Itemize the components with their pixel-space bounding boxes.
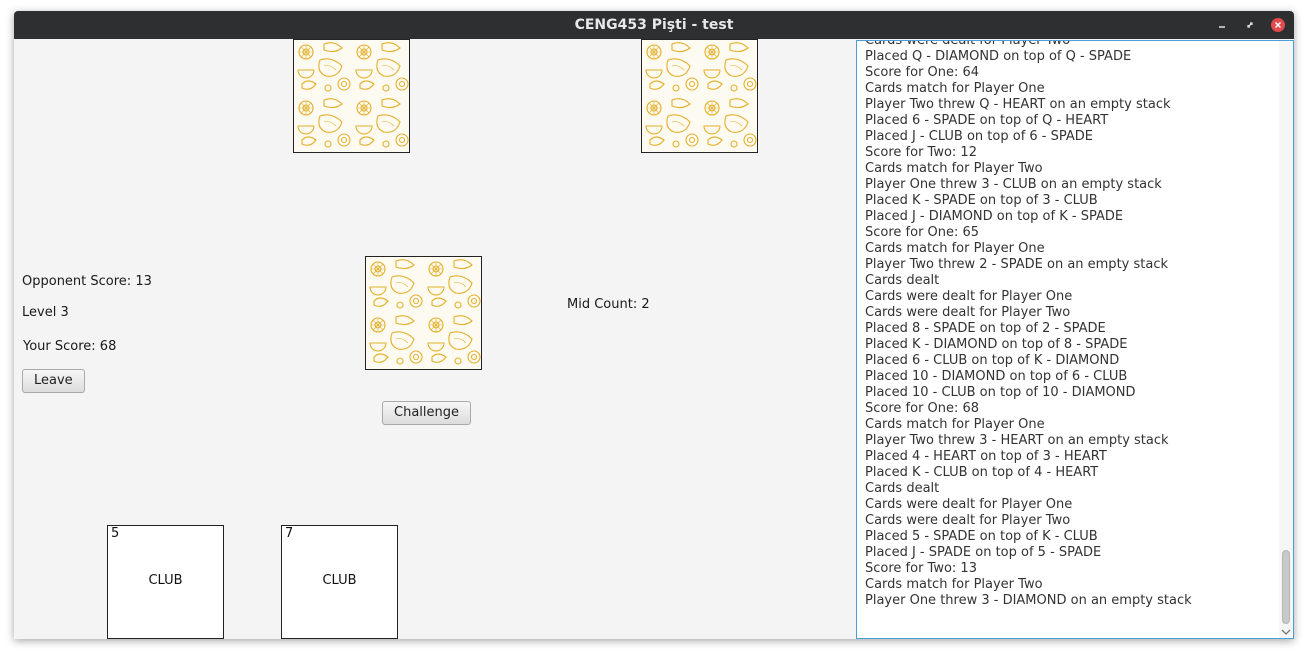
log-line: Placed 8 - SPADE on top of 2 - SPADE xyxy=(865,321,1106,336)
log-line: Placed J - SPADE on top of 5 - SPADE xyxy=(865,545,1102,560)
leave-button[interactable]: Leave xyxy=(22,369,85,393)
log-line: Score for One: 68 xyxy=(865,401,980,416)
minimize-icon[interactable] xyxy=(1214,17,1230,33)
log-line: Cards match for Player Two xyxy=(865,577,1043,592)
level-label: Level 3 xyxy=(22,305,69,320)
opponent-card-back xyxy=(641,39,758,153)
log-line: Placed J - DIAMOND on top of K - SPADE xyxy=(865,209,1124,224)
middle-pile-card xyxy=(365,256,482,370)
log-line: Score for Two: 12 xyxy=(865,145,977,160)
mid-count: Mid Count: 2 xyxy=(567,297,650,312)
game-area: Opponent Score: 13 Level 3 Your Score: 6… xyxy=(14,39,1294,639)
log-line: Placed 6 - CLUB on top of K - DIAMOND xyxy=(865,353,1120,368)
challenge-button[interactable]: Challenge xyxy=(382,401,471,425)
log-line: Score for One: 65 xyxy=(865,225,980,240)
log-line: Player One threw 3 - CLUB on an empty st… xyxy=(865,177,1162,192)
scroll-down-icon[interactable] xyxy=(1281,628,1291,636)
lemon-pattern xyxy=(366,257,481,369)
log-line: Placed K - CLUB on top of 4 - HEART xyxy=(865,465,1099,480)
scroll-thumb[interactable] xyxy=(1282,550,1290,624)
log-line: Player Two threw 2 - SPADE on an empty s… xyxy=(865,257,1168,272)
log-line: Cards dealt xyxy=(865,273,940,288)
maximize-icon[interactable] xyxy=(1242,17,1258,33)
log-line: Player Two threw Q - HEART on an empty s… xyxy=(865,97,1171,112)
log-line: Placed 5 - SPADE on top of K - CLUB xyxy=(865,529,1098,544)
card-rank: 7 xyxy=(285,526,294,541)
log-line: Cards match for Player One xyxy=(865,417,1045,432)
lemon-pattern xyxy=(294,40,409,152)
log-line: Cards were dealt for Player Two xyxy=(865,40,1071,48)
log-line: Placed J - CLUB on top of 6 - SPADE xyxy=(865,129,1094,144)
title-bar: CENG453 Pişti - test xyxy=(14,11,1294,39)
log-line: Placed K - SPADE on top of 3 - CLUB xyxy=(865,193,1098,208)
log-line: Cards were dealt for Player Two xyxy=(865,513,1071,528)
log-line: Placed 4 - HEART on top of 3 - HEART xyxy=(865,449,1107,464)
window-title: CENG453 Pişti - test xyxy=(574,17,734,33)
log-scrollbar[interactable] xyxy=(1279,41,1293,638)
log-line: Placed Q - DIAMOND on top of Q - SPADE xyxy=(865,49,1132,64)
game-log[interactable]: Cards were dealt for Player Two Placed Q … xyxy=(856,40,1294,639)
log-line: Cards were dealt for Player One xyxy=(865,289,1073,304)
log-line: Score for Two: 13 xyxy=(865,561,977,576)
log-line: Cards match for Player Two xyxy=(865,161,1043,176)
app-window: CENG453 Pişti - test Opponent Score: 13 … xyxy=(14,11,1294,639)
hand-card[interactable]: 7 CLUB xyxy=(281,525,398,639)
log-line: Player Two threw 3 - HEART on an empty s… xyxy=(865,433,1169,448)
log-line: Player One threw 3 - DIAMOND on an empty… xyxy=(865,593,1192,608)
your-score: Your Score: 68 xyxy=(23,339,117,354)
game-log-text: Cards were dealt for Player Two Placed Q … xyxy=(865,40,1273,609)
log-line: Cards match for Player One xyxy=(865,81,1045,96)
log-line: Placed 6 - SPADE on top of Q - HEART xyxy=(865,113,1109,128)
lemon-pattern xyxy=(642,40,757,152)
card-suit: CLUB xyxy=(148,573,183,588)
log-line: Cards match for Player One xyxy=(865,241,1045,256)
log-line: Cards were dealt for Player Two xyxy=(865,305,1071,320)
card-suit: CLUB xyxy=(322,573,357,588)
log-line: Placed 10 - DIAMOND on top of 6 - CLUB xyxy=(865,369,1128,384)
hand-card[interactable]: 5 CLUB xyxy=(107,525,224,639)
log-line: Cards dealt xyxy=(865,481,940,496)
close-icon[interactable] xyxy=(1270,17,1286,33)
opponent-card-back xyxy=(293,39,410,153)
log-line: Placed 10 - CLUB on top of 10 - DIAMOND xyxy=(865,385,1136,400)
card-rank: 5 xyxy=(111,526,120,541)
log-line: Cards were dealt for Player One xyxy=(865,497,1073,512)
opponent-score: Opponent Score: 13 xyxy=(22,274,152,289)
log-line: Score for One: 64 xyxy=(865,65,980,80)
log-line: Placed K - DIAMOND on top of 8 - SPADE xyxy=(865,337,1128,352)
